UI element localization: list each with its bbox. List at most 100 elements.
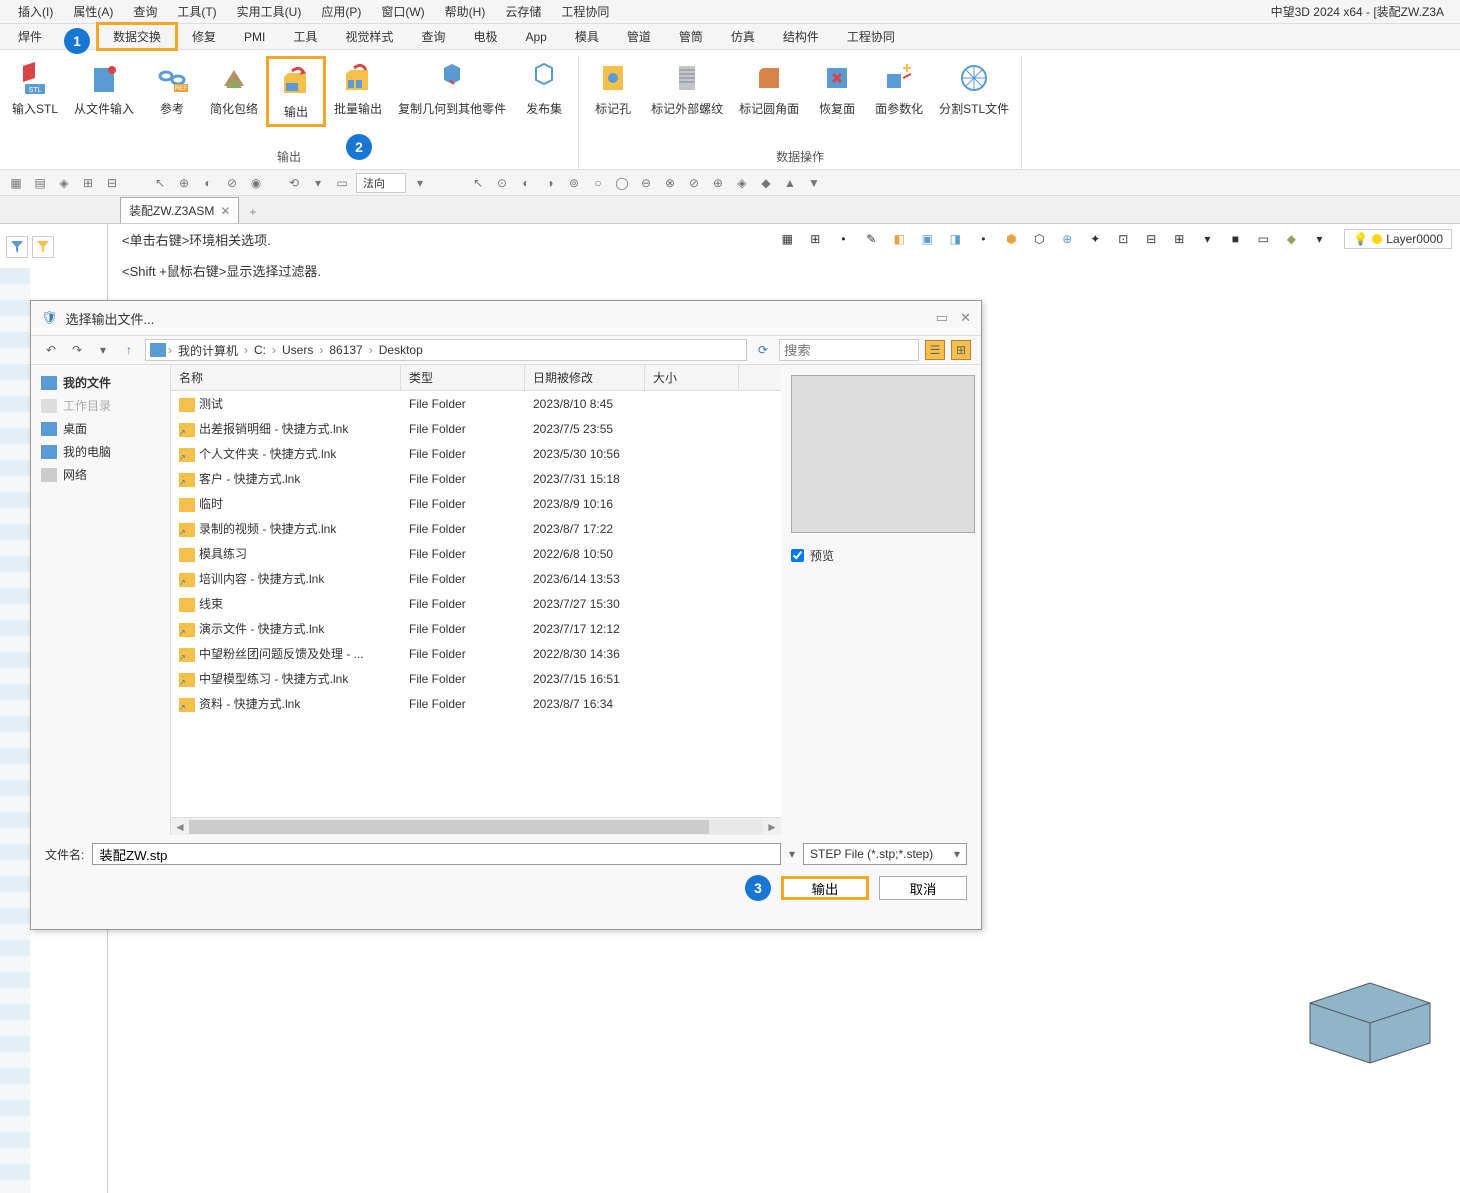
filter-settings-icon[interactable] bbox=[32, 236, 54, 258]
layer-selector[interactable]: 💡 Layer0000 bbox=[1344, 229, 1452, 249]
view-icon[interactable]: ◆ bbox=[1280, 228, 1302, 250]
qt-icon[interactable]: ◈ bbox=[54, 173, 74, 193]
btn-publish-set[interactable]: 发布集 bbox=[514, 56, 574, 127]
view-icon[interactable]: ✎ bbox=[860, 228, 882, 250]
qt-icon[interactable]: ▭ bbox=[332, 173, 352, 193]
sidebar-network[interactable]: 网络 bbox=[37, 463, 164, 486]
nav-up-icon[interactable]: ↑ bbox=[119, 340, 139, 360]
close-icon[interactable]: ✕ bbox=[220, 204, 230, 218]
qt-icon[interactable]: ⊖ bbox=[636, 173, 656, 193]
qt-icon[interactable]: ⊕ bbox=[174, 173, 194, 193]
tab-query2[interactable]: 查询 bbox=[407, 25, 459, 48]
menu-help[interactable]: 帮助(H) bbox=[435, 1, 496, 22]
qt-icon[interactable]: ⟲ bbox=[284, 173, 304, 193]
qt-icon[interactable]: ◉ bbox=[246, 173, 266, 193]
menu-attributes[interactable]: 属性(A) bbox=[63, 1, 123, 22]
view-icon[interactable]: ■ bbox=[1224, 228, 1246, 250]
col-size[interactable]: 大小 bbox=[645, 365, 739, 390]
refresh-icon[interactable]: ⟳ bbox=[753, 340, 773, 360]
qt-icon[interactable]: ⊘ bbox=[222, 173, 242, 193]
tab-pmi[interactable]: PMI bbox=[230, 27, 279, 47]
btn-export[interactable]: 输出 bbox=[266, 56, 326, 127]
view-icon[interactable]: ✦ bbox=[1084, 228, 1106, 250]
btn-copy-geom[interactable]: 复制几何到其他零件 bbox=[390, 56, 514, 127]
file-row[interactable]: ↗资料 - 快捷方式.lnkFile Folder2023/8/7 16:34 bbox=[171, 691, 781, 716]
view-icon[interactable]: ⊡ bbox=[1112, 228, 1134, 250]
qt-icon[interactable]: ○ bbox=[588, 173, 608, 193]
col-name[interactable]: 名称 bbox=[171, 365, 401, 390]
qt-icon[interactable]: ⊟ bbox=[102, 173, 122, 193]
view-icon[interactable]: ⬢ bbox=[1000, 228, 1022, 250]
scroll-thumb[interactable] bbox=[189, 820, 709, 834]
file-row[interactable]: 临时File Folder2023/8/9 10:16 bbox=[171, 491, 781, 516]
view-icon[interactable]: • bbox=[832, 228, 854, 250]
btn-restore-face[interactable]: 恢复面 bbox=[807, 56, 867, 121]
qt-icon[interactable]: ⊗ bbox=[660, 173, 680, 193]
view-icon[interactable]: ⊕ bbox=[1056, 228, 1078, 250]
tab-welding[interactable]: 焊件 bbox=[4, 25, 56, 48]
file-row[interactable]: ↗培训内容 - 快捷方式.lnkFile Folder2023/6/14 13:… bbox=[171, 566, 781, 591]
btn-mark-fillet[interactable]: 标记圆角面 bbox=[731, 56, 807, 121]
breadcrumb[interactable]: › 我的计算机 › C: › Users › 86137 › Desktop bbox=[145, 339, 747, 361]
view-icon[interactable]: ⊟ bbox=[1140, 228, 1162, 250]
menu-apps[interactable]: 应用(P) bbox=[311, 1, 371, 22]
view-icon[interactable]: ⊞ bbox=[1168, 228, 1190, 250]
nav-dropdown-icon[interactable]: ▾ bbox=[93, 340, 113, 360]
scroll-left-icon[interactable]: ◄ bbox=[171, 820, 189, 834]
btn-mark-hole[interactable]: 标记孔 bbox=[583, 56, 643, 121]
sidebar-computer[interactable]: 我的电脑 bbox=[37, 440, 164, 463]
qt-icon[interactable]: ⊘ bbox=[684, 173, 704, 193]
view-icon[interactable]: • bbox=[972, 228, 994, 250]
col-type[interactable]: 类型 bbox=[401, 365, 525, 390]
view-icon[interactable]: ▭ bbox=[1252, 228, 1274, 250]
btn-import-stl[interactable]: STL 输入STL bbox=[4, 56, 66, 127]
breadcrumb-seg[interactable]: 86137 bbox=[325, 343, 366, 357]
view-icon[interactable]: ▾ bbox=[1196, 228, 1218, 250]
view-icon[interactable]: ⊞ bbox=[804, 228, 826, 250]
tab-visual[interactable]: 视觉样式 bbox=[331, 25, 407, 48]
horizontal-scrollbar[interactable]: ◄ ► bbox=[171, 817, 781, 835]
scroll-track[interactable] bbox=[189, 820, 763, 834]
tab-app[interactable]: App bbox=[511, 27, 560, 47]
qt-icon[interactable]: ⊕ bbox=[708, 173, 728, 193]
qt-icon[interactable]: ⊚ bbox=[564, 173, 584, 193]
document-tab[interactable]: 装配ZW.Z3ASM ✕ bbox=[120, 197, 239, 223]
minimize-icon[interactable]: ▭ bbox=[936, 310, 948, 326]
tab-data-exchange[interactable]: 数据交换 bbox=[96, 22, 178, 51]
view-icon[interactable]: ▣ bbox=[916, 228, 938, 250]
btn-split-stl[interactable]: 分割STL文件 bbox=[931, 56, 1017, 121]
cancel-button[interactable]: 取消 bbox=[879, 876, 967, 900]
menu-utilities[interactable]: 实用工具(U) bbox=[227, 1, 312, 22]
qt-icon[interactable]: ↖ bbox=[150, 173, 170, 193]
filter-icon[interactable] bbox=[6, 236, 28, 258]
filetype-combo[interactable]: STEP File (*.stp;*.step) ▾ bbox=[803, 843, 967, 865]
qt-icon[interactable]: ▾ bbox=[410, 173, 430, 193]
qt-icon[interactable]: ◐ bbox=[516, 173, 536, 193]
qt-icon[interactable]: ▾ bbox=[308, 173, 328, 193]
menu-window[interactable]: 窗口(W) bbox=[371, 1, 434, 22]
tab-electrode[interactable]: 电极 bbox=[459, 25, 511, 48]
file-row[interactable]: ↗客户 - 快捷方式.lnkFile Folder2023/7/31 15:18 bbox=[171, 466, 781, 491]
view-icon[interactable]: ▦ bbox=[776, 228, 798, 250]
qt-icon[interactable]: ◑ bbox=[540, 173, 560, 193]
preview-check-input[interactable] bbox=[791, 549, 804, 562]
tab-tube[interactable]: 管筒 bbox=[665, 25, 717, 48]
breadcrumb-seg[interactable]: 我的计算机 bbox=[174, 342, 242, 359]
sidebar-workdir[interactable]: 工作目录 bbox=[37, 394, 164, 417]
filename-input[interactable] bbox=[92, 843, 781, 865]
file-row[interactable]: 测试File Folder2023/8/10 8:45 bbox=[171, 391, 781, 416]
close-icon[interactable]: ✕ bbox=[960, 310, 971, 326]
menu-collab[interactable]: 工程协同 bbox=[551, 1, 619, 22]
qt-combo-direction[interactable]: 法向 bbox=[356, 173, 406, 193]
btn-batch-export[interactable]: 批量输出 bbox=[326, 56, 390, 127]
view-grid-icon[interactable]: ⊞ bbox=[951, 340, 971, 360]
qt-icon[interactable]: ◆ bbox=[756, 173, 776, 193]
qt-icon[interactable]: ▲ bbox=[780, 173, 800, 193]
qt-icon[interactable]: ▤ bbox=[30, 173, 50, 193]
menu-cloud[interactable]: 云存储 bbox=[495, 1, 551, 22]
export-button[interactable]: 输出 bbox=[781, 876, 869, 900]
scroll-right-icon[interactable]: ► bbox=[763, 820, 781, 834]
search-input[interactable] bbox=[779, 339, 919, 361]
btn-simplify[interactable]: 简化包络 bbox=[202, 56, 266, 127]
col-date[interactable]: 日期被修改 bbox=[525, 365, 645, 390]
